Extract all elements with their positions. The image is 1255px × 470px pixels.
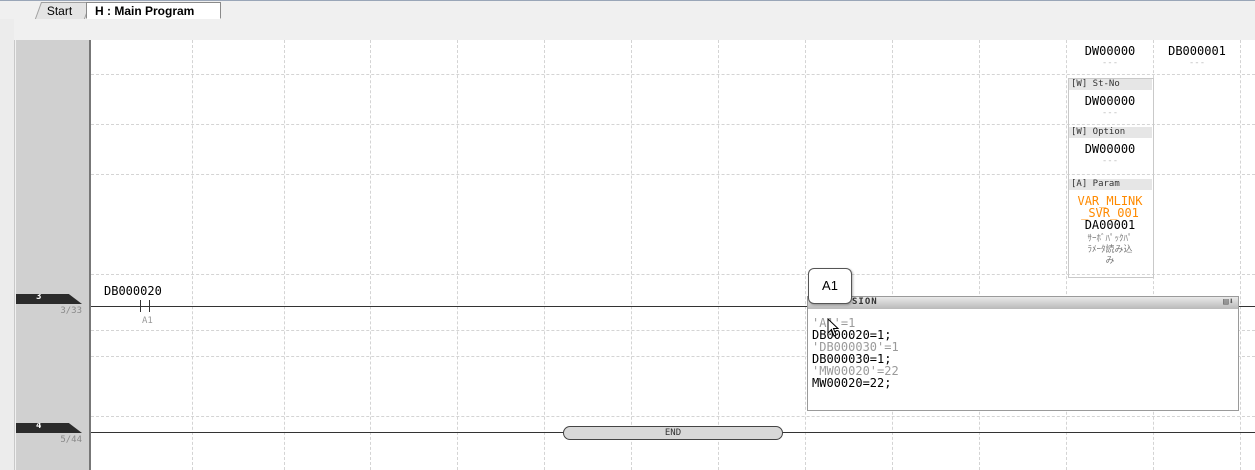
grid-line [192, 40, 193, 470]
contact-address: DB000020 [104, 284, 162, 298]
rung-step-count: 5/44 [60, 435, 82, 445]
fb-st-no-value[interactable]: DW00000 [1068, 94, 1152, 108]
rung-wire [1237, 306, 1255, 307]
expression-panel-header: SION ▤⬇ [808, 297, 1238, 309]
end-instruction[interactable]: END [563, 426, 783, 440]
grid-line [91, 416, 1255, 417]
rung-number-gutter [16, 40, 91, 470]
fb-param-comment-line2: ﾗﾒｰﾀ読み込 [1087, 245, 1133, 255]
fb-param-value[interactable]: DA00001 [1068, 219, 1152, 231]
mouse-cursor-icon [827, 318, 840, 337]
grid-line [457, 40, 458, 470]
rung-wire [91, 306, 807, 307]
tab-start-label: Start [46, 4, 73, 18]
fb-input-dash: --- [1101, 58, 1119, 68]
tab-main-program[interactable]: H : Main Program [86, 2, 221, 19]
fb-param-comment-line1: ｻｰﾎﾞﾊﾟｯｸﾊﾟ [1087, 234, 1133, 244]
fb-option-value[interactable]: DW00000 [1068, 142, 1152, 156]
fb-output-value[interactable]: DB000001 [1155, 44, 1239, 58]
grid-line [370, 40, 371, 470]
expression-code-line[interactable]: MW00020=22; [812, 377, 891, 389]
pin-icon[interactable]: ▤⬇ [1223, 297, 1234, 307]
fb-param-label: [A] Param [1069, 179, 1152, 190]
contact-tooltip: A1 [808, 268, 852, 304]
ladder-header-strip [14, 19, 1255, 40]
grid-line [718, 40, 719, 470]
grid-line [631, 40, 632, 470]
fb-st-no-dash: --- [1101, 108, 1119, 118]
grid-line [91, 74, 1255, 75]
fb-option-label: [W] Option [1069, 127, 1152, 138]
fb-input-value[interactable]: DW00000 [1068, 44, 1152, 58]
grid-line [544, 40, 545, 470]
fb-option-dash: --- [1101, 156, 1119, 166]
expression-panel-title: SION [852, 297, 878, 307]
left-power-rail [89, 40, 91, 470]
expression-panel[interactable]: SION ▤⬇ 'A1'=1 DB000020=1; 'DB000030'=1 … [807, 296, 1239, 411]
fb-st-no-label: [W] St-No [1069, 79, 1152, 90]
normally-open-contact[interactable] [134, 300, 156, 312]
left-scroll-strip [0, 19, 15, 470]
fb-output-dash: --- [1188, 58, 1206, 68]
grid-line [1240, 40, 1241, 470]
grid-line [284, 40, 285, 470]
fb-param-comment-line3: み [1105, 256, 1115, 266]
tab-start[interactable]: Start [34, 2, 92, 19]
tab-bar: Start H : Main Program [0, 0, 1255, 20]
contact-comment: A1 [142, 316, 153, 326]
grid-line [805, 40, 806, 470]
rung-step-count: 3/33 [60, 306, 82, 316]
